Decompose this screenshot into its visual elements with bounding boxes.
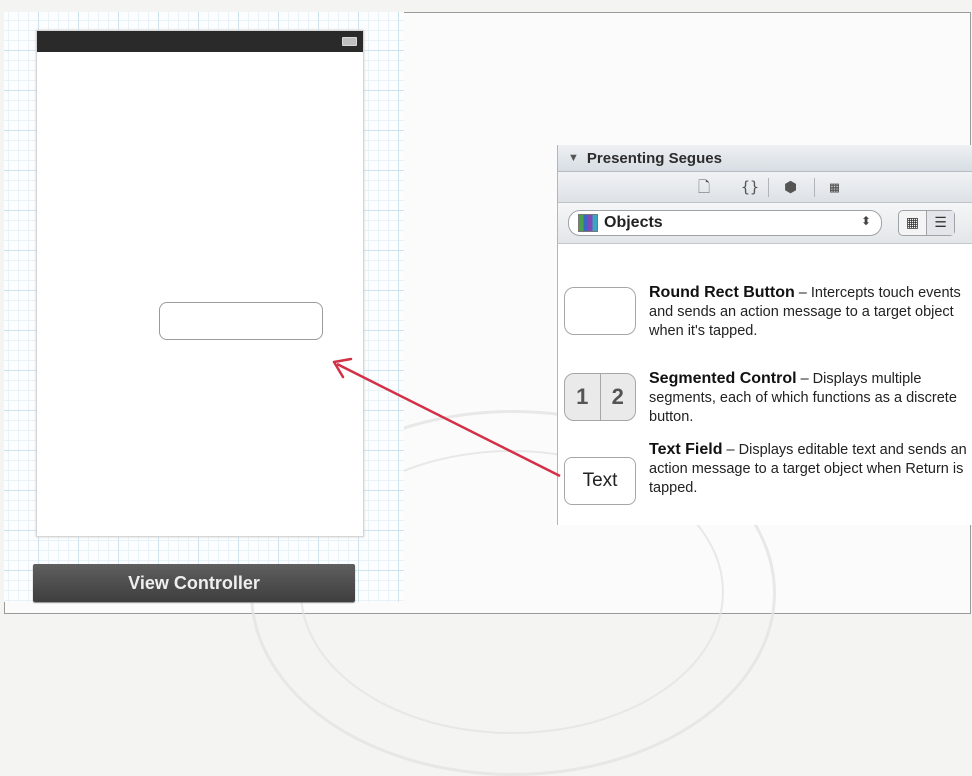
drag-arrow-overlay	[332, 357, 561, 478]
drag-arrow-line	[336, 362, 561, 478]
